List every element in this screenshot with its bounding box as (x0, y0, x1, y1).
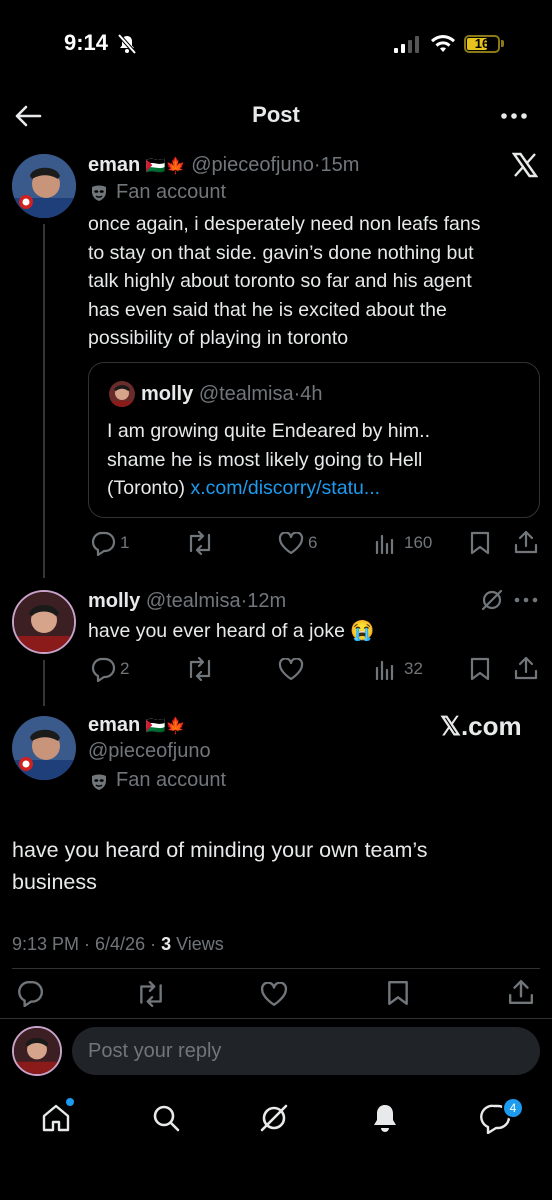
separator: · (313, 154, 321, 176)
author-name[interactable]: eman (88, 714, 140, 736)
thread-line (43, 660, 45, 706)
share-icon[interactable] (508, 979, 534, 1005)
x-logo-icon (512, 152, 538, 178)
fan-account-mask-icon (90, 184, 108, 202)
post-text-line: talk highly about toronto so far and his… (88, 270, 472, 292)
silent-bell-icon (116, 34, 138, 54)
views-count: 3 (161, 934, 172, 954)
search-icon[interactable] (150, 1102, 182, 1134)
post-time[interactable]: 15m (321, 154, 360, 176)
thread-line (43, 224, 45, 578)
quote-text: I am growing quite Endeared by him.. sha… (107, 417, 430, 503)
quote-avatar (109, 381, 135, 407)
x-com-watermark: 𝕏.com (440, 711, 522, 741)
like-button[interactable] (260, 982, 288, 1006)
signal-icon (394, 36, 420, 53)
share-icon[interactable] (514, 656, 538, 680)
divider (12, 968, 540, 969)
author-handle[interactable]: @tealmisa (146, 590, 241, 612)
retweet-button[interactable] (186, 531, 214, 555)
quote-link[interactable]: x.com/discorry/statu... (190, 477, 380, 499)
retweet-button[interactable] (136, 981, 166, 1007)
grok-icon[interactable] (480, 588, 504, 612)
reply-button[interactable] (16, 979, 44, 1007)
reply-button[interactable] (90, 656, 116, 682)
wifi-icon (430, 34, 456, 54)
battery-indicator: 16 (464, 35, 500, 53)
more-options-icon[interactable] (500, 112, 528, 120)
quote-text-line: I am growing quite Endeared by him.. (107, 420, 431, 442)
battery-level: 16 (474, 36, 490, 51)
home-notification-dot (66, 1098, 74, 1106)
more-options-icon[interactable] (514, 597, 538, 603)
post-text-line: has even said that he is excited about t… (88, 298, 447, 321)
home-icon[interactable] (40, 1102, 72, 1134)
author-handle[interactable]: @pieceofjuno (191, 154, 314, 176)
views-count: 32 (404, 659, 423, 678)
status-time: 9:14 (64, 30, 109, 55)
post-timestamp: 9:13 PM · 6/4/26 · (12, 934, 162, 954)
notifications-bell-icon[interactable] (370, 1102, 400, 1134)
quote-author-name: molly (141, 383, 194, 405)
like-button[interactable] (278, 658, 304, 680)
share-icon[interactable] (514, 530, 538, 554)
reply-avatar (12, 1026, 62, 1076)
like-count: 6 (308, 533, 318, 552)
author-handle[interactable]: @pieceofjuno (88, 740, 211, 763)
post-text: have you ever heard of a joke 😭 (88, 620, 375, 642)
fan-account-mask-icon (90, 773, 108, 791)
messages-badge: 4 (502, 1097, 524, 1119)
reply-button[interactable] (90, 530, 116, 556)
bookmark-button[interactable] (470, 657, 490, 681)
post-text: once again, i desperately need non leafs… (88, 210, 480, 353)
retweet-button[interactable] (186, 657, 214, 681)
avatar[interactable] (12, 154, 76, 218)
views-icon[interactable] (374, 532, 396, 554)
bookmark-button[interactable] (470, 531, 490, 555)
grok-icon[interactable] (258, 1102, 290, 1134)
main-post-text: have you heard of minding your own team’… (12, 834, 428, 898)
post-text-line: to stay on that side. gavin’s done nothi… (88, 241, 474, 264)
page-title: Post (252, 102, 300, 127)
post-timestamp-row: 9:13 PM · 6/4/26 · 3 Views (12, 934, 224, 955)
quote-time: 4h (300, 383, 323, 405)
post-text-line: possibility of playing in toronto (88, 327, 349, 349)
divider (0, 1018, 552, 1019)
post-text-line: once again, i desperately need non leafs… (88, 213, 481, 235)
quote-author-handle: @tealmisa (198, 383, 294, 405)
author-flags: 🇵🇸🍁 (145, 158, 186, 175)
quote-card[interactable]: molly @tealmisa·4h I am growing quite En… (88, 362, 540, 518)
post-time[interactable]: 12m (247, 590, 286, 612)
post-text-line: have you heard of minding your own team’… (12, 838, 428, 862)
reply-count: 1 (120, 533, 130, 552)
author-name[interactable]: molly (88, 590, 140, 612)
reply-input[interactable]: Post your reply (72, 1027, 540, 1075)
reply-placeholder: Post your reply (88, 1040, 222, 1062)
author-name[interactable]: eman (88, 154, 140, 176)
fan-account-label: Fan account (116, 769, 227, 791)
avatar[interactable] (12, 590, 76, 654)
like-button[interactable] (278, 532, 304, 554)
avatar[interactable] (12, 716, 76, 780)
views-count: 160 (404, 533, 433, 552)
views-icon[interactable] (374, 658, 396, 680)
post-text-line: business (12, 870, 97, 894)
author-flags: 🇵🇸🍁 (145, 718, 186, 735)
bookmark-button[interactable] (387, 980, 409, 1006)
views-label[interactable]: Views (171, 934, 224, 954)
quote-text-line: shame he is most likely going to Hell (107, 448, 423, 471)
reply-count: 2 (120, 659, 130, 678)
fan-account-label: Fan account (116, 181, 227, 203)
battery-tip (501, 40, 504, 47)
quote-text-line: (Toronto) (107, 477, 191, 499)
